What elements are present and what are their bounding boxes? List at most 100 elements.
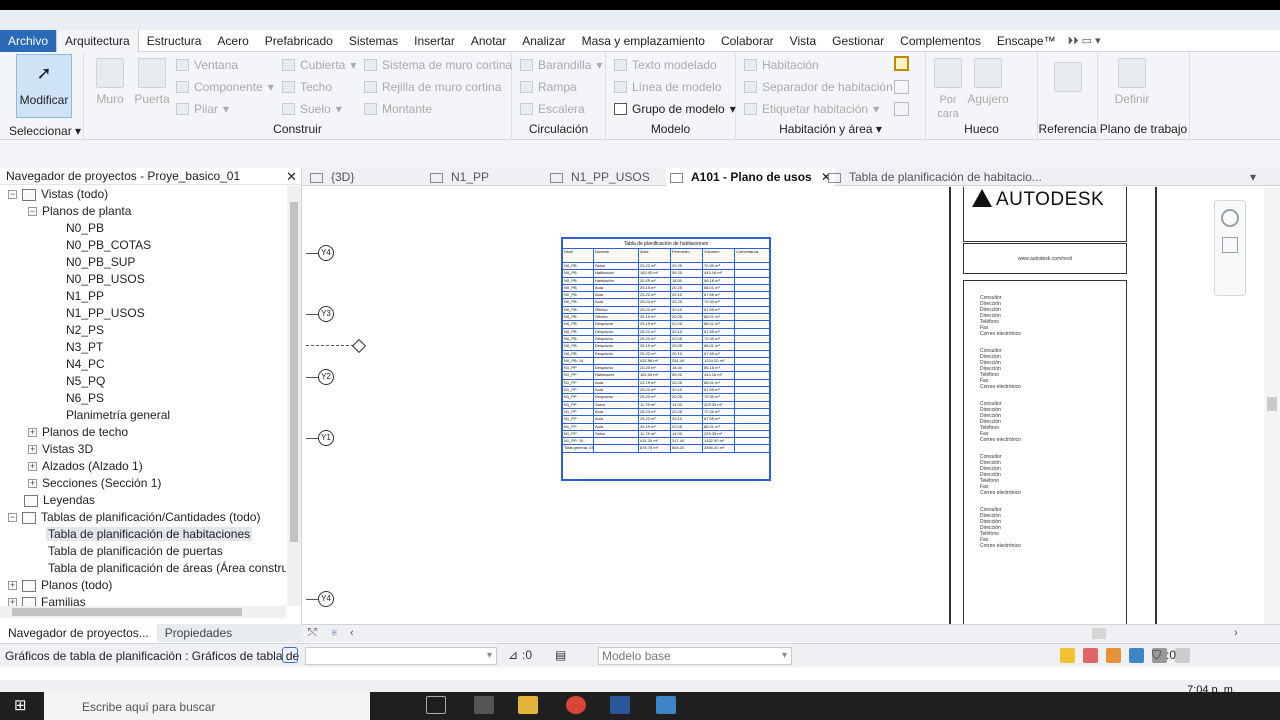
background-process-icon[interactable] [1175,648,1190,663]
grid-button[interactable] [1054,62,1082,96]
floor-button[interactable]: Suelo ▾ [282,102,342,116]
tree-node-planos-techo[interactable]: + Planos de techo [28,424,128,441]
by-face-button[interactable]: Por cara [932,58,964,120]
curtain-system-button[interactable]: Sistema de muro cortina [364,58,512,72]
tree-node-tabla-puertas[interactable]: Tabla de planificación de puertas [48,543,223,560]
tab-analizar[interactable]: Analizar [514,30,573,52]
room-button[interactable]: Habitación [744,58,819,72]
area-boundary-icon[interactable] [894,80,909,94]
tab-insertar[interactable]: Insertar [406,30,463,52]
component-button[interactable]: Componente ▾ [176,80,274,94]
select-by-face-icon[interactable] [1129,648,1144,663]
tab-enscape[interactable]: Enscape™ [989,30,1064,52]
app-icon[interactable] [474,696,494,714]
design-options-icon[interactable]: ▤ [555,648,566,662]
worksets-icon[interactable] [282,647,298,663]
pin-icon[interactable]: ♅ [330,627,338,639]
view-tab-n1-pp-usos[interactable]: N1_PP_USOS [550,168,650,186]
design-option-select[interactable]: Modelo base [598,647,792,665]
revit-icon[interactable] [656,696,676,714]
file-explorer-icon[interactable] [518,696,538,714]
tree-node-secciones[interactable]: + Secciones (Sección 1) [28,475,161,492]
window-button[interactable]: Ventana [176,58,238,72]
navigation-bar[interactable] [1214,200,1246,296]
tree-node-planos-planta[interactable]: − Planos de planta [28,203,131,220]
tree-node-n0-pb-cotas[interactable]: N0_PB_COTAS [66,237,151,254]
tree-node-planos[interactable]: + Planos (todo) [8,577,112,594]
chrome-icon[interactable] [566,696,586,714]
railing-button[interactable]: Barandilla ▾ [520,58,602,72]
tab-colaborar[interactable]: Colaborar [713,30,782,52]
view-tab-a101[interactable]: A101 - Plano de usos ✕ [666,168,836,186]
area-icon[interactable] [894,56,909,71]
tab-masa-emplazamiento[interactable]: Masa y emplazamiento [574,30,713,52]
tab-anotar[interactable]: Anotar [463,30,514,52]
tab-sistemas[interactable]: Sistemas [341,30,406,52]
ramp-button[interactable]: Rampa [520,80,577,94]
tree-node-familias[interactable]: + Familias [8,594,86,606]
view-control-icon[interactable]: ⤲ [308,627,317,640]
tree-node-n1-pp-usos[interactable]: N1_PP_USOS [66,305,145,322]
tree-node-tablas[interactable]: − Tablas de planificación/Cantidades (tod… [8,509,260,526]
tree-node-vistas-3d[interactable]: + Vistas 3D [28,441,93,458]
wall-button[interactable]: Muro [94,58,126,106]
tab-archivo[interactable]: Archivo [0,29,57,52]
tree-node-planimetria[interactable]: Planimetría general [66,407,170,424]
view-tab-tabla-habitaciones[interactable]: Tabla de planificación de habitacio... [828,168,1042,186]
room-schedule-graphic[interactable]: Tabla de planificación de habitaciones N… [561,237,771,481]
select-underlay-icon[interactable] [1083,648,1098,663]
room-separator-button[interactable]: Separador de habitación [744,80,893,94]
stair-button[interactable]: Escalera [520,102,585,116]
view-tab-3d[interactable]: {3D} [310,168,354,186]
shaft-button[interactable]: Agujero [966,58,1010,106]
drawing-canvas[interactable]: Y4 Y3 Y2 Y1 Y4 Tabla de planificación de… [304,187,1264,624]
view-tab-n1-pp[interactable]: N1_PP [430,168,489,186]
tag-room-button[interactable]: Etiquetar habitación ▾ [744,102,879,116]
select-links-icon[interactable] [1060,648,1075,663]
more-tabs-icon[interactable]: ⏵⏵ ▭ ▾ [1068,34,1101,48]
tab-vista[interactable]: Vista [782,30,824,52]
tree-node-vistas[interactable]: − Vistas (todo) [8,186,108,203]
tree-node-n5-pq[interactable]: N5_PQ [66,373,105,390]
model-group-button[interactable]: Grupo de modelo ▾ [614,102,736,116]
curtain-grid-button[interactable]: Rejilla de muro cortina [364,80,501,94]
select-pinned-icon[interactable] [1106,648,1121,663]
tree-node-n0-pb-sup[interactable]: N0_PB_SUP [66,254,135,271]
tree-node-tabla-habitaciones[interactable]: Tabla de planificación de habitaciones [46,526,253,543]
tree-node-n1-pp[interactable]: N1_PP [66,288,104,305]
filter-icon[interactable]: ⛉ [1152,648,1161,663]
canvas-vertical-scrollbar[interactable] [1264,187,1280,624]
model-line-button[interactable]: Línea de modelo [614,80,721,94]
tab-prefabricado[interactable]: Prefabricado [257,30,341,52]
tree-node-leyendas[interactable]: Leyendas [24,492,95,509]
tab-acero[interactable]: Acero [209,30,256,52]
browser-horizontal-scrollbar[interactable] [0,606,286,618]
tree-node-n3-pt[interactable]: N3_PT [66,339,103,356]
taskbar-search-input[interactable]: Escribe aquí para buscar [44,692,370,720]
group-label-habitacion[interactable]: Habitación y área ▾ [736,122,925,136]
tree-node-alzados[interactable]: + Alzados (Alzado 1) [28,458,143,475]
tree-node-n0-pb-usos[interactable]: N0_PB_USOS [66,271,145,288]
tab-properties[interactable]: Propiedades [157,624,240,642]
scroll-left-icon[interactable]: ‹ [350,627,354,639]
tab-arquitectura[interactable]: Arquitectura [56,29,139,52]
set-workplane-button[interactable]: Definir [1112,58,1152,106]
windows-start-icon[interactable]: ⊞ [14,698,30,714]
tag-area-icon[interactable] [894,102,909,116]
model-text-button[interactable]: Texto modelado [614,58,717,72]
close-icon[interactable]: ✕ [286,168,297,185]
select-dropdown[interactable]: Seleccionar ▾ [9,124,81,138]
column-button[interactable]: Pilar ▾ [176,102,229,116]
canvas-horizontal-scroll-thumb[interactable] [1092,628,1106,639]
tree-node-n0-pb[interactable]: N0_PB [66,220,104,237]
tree-node-n2-ps[interactable]: N2_PS [66,322,104,339]
tab-estructura[interactable]: Estructura [139,30,210,52]
tab-gestionar[interactable]: Gestionar [824,30,892,52]
zoom-icon[interactable] [1222,237,1238,253]
word-icon[interactable] [610,696,630,714]
steering-wheel-icon[interactable] [1221,209,1239,227]
tree-node-n4-pc[interactable]: N4_PC [66,356,105,373]
workset-select[interactable] [305,647,497,665]
browser-vertical-scrollbar[interactable] [287,186,301,606]
modify-button[interactable]: ➚ Modificar [16,54,72,118]
